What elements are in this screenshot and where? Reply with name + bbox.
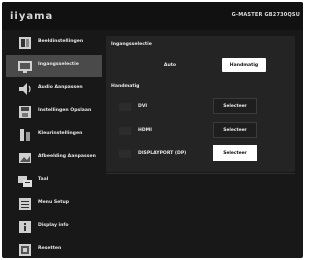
displayport-icon [119,150,131,158]
section-title-input-select: Ingangsselectie [111,42,152,47]
picture-settings-icon [19,37,31,49]
panel-divider [106,173,295,174]
dvi-port-icon [119,103,131,111]
menu-setup-icon [19,198,31,210]
input-row-dvi: DVI Selecteer [116,98,280,116]
sidebar-item-label: Beeldinstellingen [38,39,84,44]
top-bar: iiyama G-MASTER GB2730QSU [2,2,303,30]
brand-logo: iiyama [10,10,53,22]
osd-screen: iiyama G-MASTER GB2730QSU Beeldinstellin… [2,2,303,258]
language-icon [18,176,32,187]
reset-icon [19,244,31,256]
input-label-dvi: DVI [138,104,148,109]
mode-manual-button[interactable]: Handmatig [222,58,266,72]
sidebar-item-audio[interactable]: Audio Aanpassen [6,78,102,100]
sidebar-item-color-settings[interactable]: Kleurinstellingen [6,124,102,146]
audio-icon [19,83,31,95]
sidebar-item-display-info[interactable]: Display info [6,216,102,238]
sidebar-item-input-select[interactable]: Ingangsselectie [6,55,102,77]
sidebar-item-label: Afbeelding Aanpassen [38,154,96,159]
select-hdmi-button[interactable]: Selecteer [213,122,257,138]
input-label-displayport: DISPLAYPORT (DP) [138,151,187,156]
display-info-icon [19,221,31,233]
select-dvi-button[interactable]: Selecteer [213,98,257,114]
input-row-displayport: DISPLAYPORT (DP) Selecteer [116,145,280,163]
sidebar-item-label: Taal [38,177,49,182]
sidebar-item-label: Resetten [38,246,62,251]
sidebar-item-menu-setup[interactable]: Menu Setup [6,193,102,215]
sidebar-item-label: Ingangsselectie [38,62,79,67]
logo-text: iiyama [10,10,54,22]
sidebar-item-image-adjust[interactable]: Afbeelding Aanpassen [6,147,102,169]
sidebar-item-label: Instellingen Opslaan [38,108,92,113]
sidebar-item-reset[interactable]: Resetten [6,239,102,258]
save-settings-icon [19,106,31,118]
sidebar-item-language[interactable]: Taal [6,170,102,192]
image-adjust-icon [19,153,31,163]
sidebar-item-label: Audio Aanpassen [38,85,83,90]
color-settings-icon [20,129,30,141]
input-row-hdmi: HDMI Selecteer [116,122,280,140]
sidebar-item-label: Display info [38,223,69,228]
input-select-icon [18,61,32,73]
section-title-manual: Handmatig [111,84,140,89]
sidebar-item-save-settings[interactable]: Instellingen Opslaan [6,101,102,123]
sidebar: Beeldinstellingen Ingangsselectie Audio … [2,30,105,258]
model-name: G-MASTER GB2730QSU [231,12,300,18]
sidebar-item-picture-settings[interactable]: Beeldinstellingen [6,32,102,54]
hdmi-port-icon [119,127,131,135]
select-displayport-button[interactable]: Selecteer [213,145,257,161]
sidebar-item-label: Kleurinstellingen [38,131,83,136]
input-label-hdmi: HDMI [138,128,152,133]
mode-auto-button[interactable]: Auto [148,58,192,72]
sidebar-item-label: Menu Setup [38,200,70,205]
content-panel: Ingangsselectie Auto Handmatig Handmatig… [106,36,295,172]
